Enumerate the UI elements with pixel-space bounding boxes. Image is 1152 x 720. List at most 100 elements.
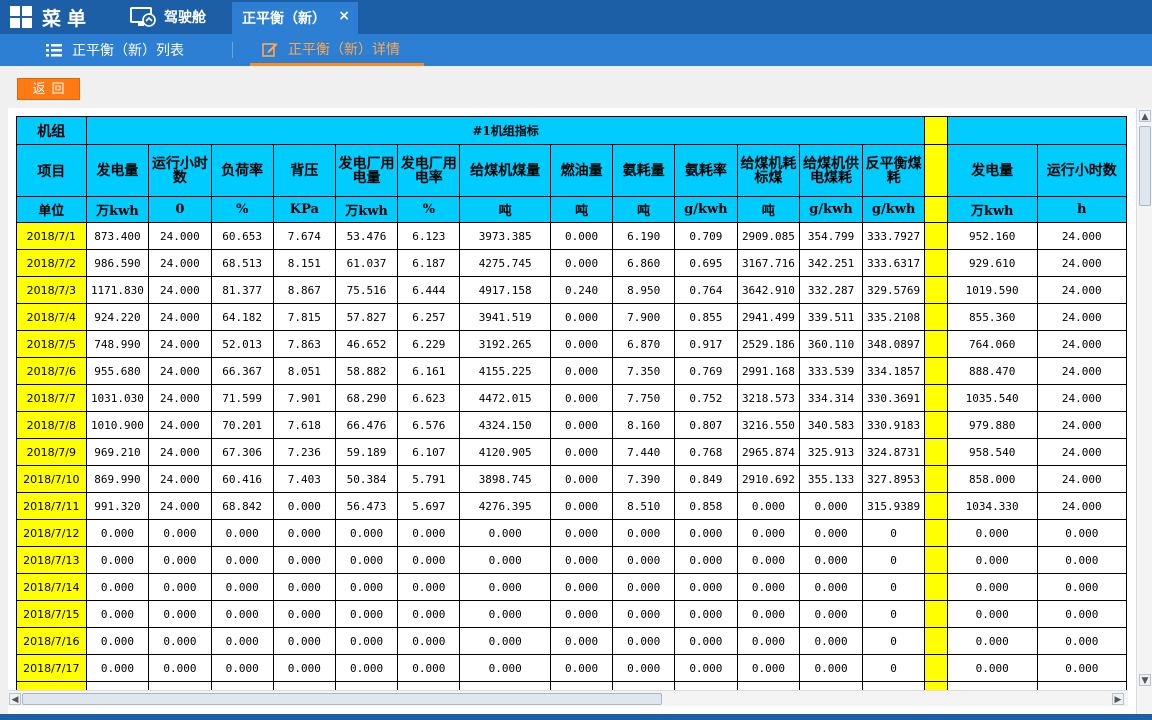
table-cell: 0.000 [799, 600, 863, 628]
table-cell: 0.768 [674, 438, 738, 466]
table-cell: 0.000 [612, 519, 676, 547]
column-header[interactable]: 氨耗率 [674, 144, 738, 197]
table-cell: 4472.015 [459, 384, 552, 412]
subnav-detail-link[interactable]: 正平衡（新）详情 [250, 34, 424, 66]
subnav-list-link[interactable]: 正平衡（新）列表 [46, 34, 184, 66]
table-cell: 6.187 [397, 249, 461, 277]
table-cell: 24.000 [148, 465, 212, 493]
column-header[interactable]: 给煤机煤量 [459, 144, 552, 197]
header-group-2 [946, 116, 1127, 145]
table-cell: 0.000 [674, 627, 738, 655]
table-cell: 7.750 [612, 384, 676, 412]
table-cell: 0.000 [799, 573, 863, 601]
table-cell: 68.290 [334, 384, 399, 412]
table-cell: 0.000 [612, 600, 676, 628]
table-cell: 748.990 [85, 330, 150, 358]
back-button[interactable]: 返回 [17, 78, 80, 100]
scroll-down-icon[interactable]: ▼ [1139, 674, 1151, 686]
separator-column [924, 249, 948, 277]
table-cell: 24.000 [1036, 357, 1127, 385]
table-cell: 339.511 [799, 303, 863, 331]
menu-label: 菜单 [42, 7, 93, 30]
column-header[interactable]: 给煤机供电煤耗 [799, 144, 863, 197]
column-header[interactable]: 反平衡煤耗 [861, 144, 926, 197]
scroll-right-icon[interactable]: ▶ [1112, 693, 1124, 705]
column-header[interactable]: 负荷率 [210, 144, 274, 197]
row-date: 2018/7/5 [16, 330, 87, 358]
column-header[interactable]: 燃油量 [550, 144, 614, 197]
table-cell: 952.160 [946, 222, 1038, 250]
table-cell: 81.377 [210, 276, 274, 304]
table-cell: 0.000 [674, 654, 738, 682]
table-row: 2018/7/12 0.000 0.000 0.000 0.000 0.000 0.000 0… [16, 519, 1127, 547]
table-cell: 7.440 [612, 438, 676, 466]
table-cell: 342.251 [799, 249, 863, 277]
table-cell: 24.000 [148, 249, 212, 277]
table-cell: 6.190 [612, 222, 676, 250]
column-header[interactable]: 发电厂用电量 [334, 144, 399, 197]
column-header[interactable]: 背压 [272, 144, 336, 197]
table-cell: 333.539 [799, 357, 863, 385]
row-date: 2018/7/7 [16, 384, 87, 412]
column-header[interactable]: 氨耗量 [612, 144, 676, 197]
table-cell: 855.360 [946, 303, 1038, 331]
table-cell: 955.680 [85, 357, 150, 385]
table-cell: 0.000 [550, 546, 614, 574]
horizontal-scrollbar[interactable]: ◀ ▶ [8, 690, 1128, 706]
scroll-up-icon[interactable]: ▲ [1139, 110, 1151, 122]
row-date: 2018/7/6 [16, 357, 87, 385]
table-cell: 0.000 [799, 519, 863, 547]
table-cell: 4155.225 [459, 357, 552, 385]
header-unit-group: 机组 [16, 116, 87, 145]
cockpit-button[interactable]: 驾驶舱 [130, 6, 206, 28]
table-cell: 360.110 [799, 330, 863, 358]
table-cell: 0.000 [85, 600, 150, 628]
table-cell: 0.000 [148, 600, 212, 628]
separator-column [924, 116, 948, 145]
table-cell: 1031.030 [85, 384, 150, 412]
horizontal-scroll-thumb[interactable] [22, 693, 662, 705]
content-area: 返回 机组 #1机组指标 项目 发电量 运行小时数 负荷率 背压 发电厂用电量 发电厂用电率 给煤… [0, 66, 1152, 720]
table-cell: 24.000 [1036, 492, 1127, 520]
column-unit: 万kwh [334, 196, 399, 223]
table-cell: 2991.168 [736, 357, 801, 385]
table-cell: 0.000 [334, 546, 399, 574]
table-cell: 24.000 [148, 330, 212, 358]
column-header[interactable]: 发电量 [85, 144, 150, 197]
column-header[interactable]: 运行小时数 [1036, 144, 1127, 197]
table-cell: 0 [861, 600, 926, 628]
table-cell: 0.000 [550, 249, 614, 277]
row-date: 2018/7/10 [16, 465, 87, 493]
table-cell: 7.403 [272, 465, 336, 493]
scroll-left-icon[interactable]: ◀ [9, 693, 21, 705]
separator-column [924, 303, 948, 331]
table-cell: 4324.150 [459, 411, 552, 439]
table-cell: 0.000 [334, 519, 399, 547]
separator-column [924, 573, 948, 601]
column-header[interactable]: 运行小时数 [148, 144, 212, 197]
separator-column [924, 384, 948, 412]
edit-icon [262, 42, 278, 57]
table-cell: 0.000 [736, 654, 801, 682]
vertical-scroll-thumb[interactable] [1139, 126, 1151, 206]
tab-positive-balance[interactable]: 正平衡（新） × [232, 2, 358, 34]
table-cell: 0.000 [210, 627, 274, 655]
close-icon[interactable]: × [338, 8, 350, 24]
table-cell: 0.000 [946, 573, 1038, 601]
table-cell: 67.306 [210, 438, 274, 466]
table-cell: 0.000 [946, 627, 1038, 655]
table-cell: 348.0897 [861, 330, 926, 358]
column-header[interactable]: 发电量 [946, 144, 1038, 197]
row-date: 2018/7/4 [16, 303, 87, 331]
table-cell: 0.000 [799, 654, 863, 682]
column-header[interactable]: 发电厂用电率 [397, 144, 461, 197]
table-cell: 986.590 [85, 249, 150, 277]
column-header[interactable]: 给煤机耗标煤 [736, 144, 801, 197]
table-cell: 332.287 [799, 276, 863, 304]
menu-button[interactable]: 菜单 [10, 4, 92, 30]
table-cell: 0 [861, 627, 926, 655]
vertical-scrollbar[interactable]: ▲ ▼ [1136, 108, 1152, 720]
table-row: 2018/7/10 869.990 24.000 60.416 7.403 50.384 5… [16, 465, 1127, 493]
table-cell: 8.160 [612, 411, 676, 439]
table-cell: 0.849 [674, 465, 738, 493]
